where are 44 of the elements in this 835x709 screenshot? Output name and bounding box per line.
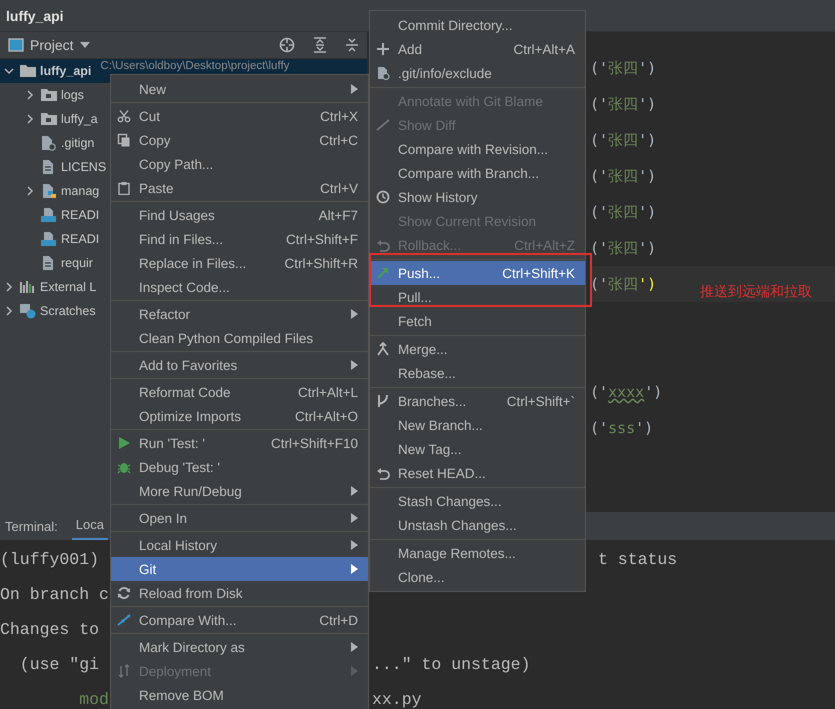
shortcut-text: Ctrl+Shift+R [283,256,358,270]
code-line: ('张四') [590,166,658,187]
shortcut-text: Ctrl+Shift+F10 [270,436,358,450]
terminal-text: (use "gi [18,655,100,674]
window-title: luffy_api [6,8,64,24]
code-line: ('xxxx') [590,382,664,403]
code-line: ('张四') [590,94,658,115]
tree-item-label: Scratches [40,304,96,318]
terminal-text: Changes to [0,620,100,639]
tree-item-label: .gitign [61,136,94,150]
terminal-text: mod [78,690,110,709]
tree-item-label: logs [61,88,84,102]
shortcut-text: Ctrl+Alt+O [294,408,358,424]
code-line: ('张四') [590,130,658,151]
shortcut-text: Ctrl+Alt+A [512,42,575,56]
code-line: ('张四') [590,238,658,259]
code-line: ('sss') [590,418,654,439]
code-line: ('张四') [590,58,658,79]
terminal-text: xx.py [372,690,422,709]
shortcut-text: Ctrl+Shift+F [284,232,358,246]
terminal-text: ..." to unstage) [372,655,530,674]
shortcut-text: Alt+F7 [318,208,358,222]
shortcut-text: Ctrl+V [319,180,358,196]
terminal-text: On branch c [0,585,110,604]
tree-item-label: requir [61,256,93,270]
shortcut-text: Ctrl+X [319,108,358,124]
terminal-title: Terminal: [5,518,58,534]
terminal-text: t status [598,550,678,569]
shortcut-text: Ctrl+Alt+L [296,384,358,400]
tree-item-label: READI [61,232,100,246]
shortcut-text: Ctrl+Shift+K [501,266,575,280]
shortcut-text: Ctrl+C [318,132,358,148]
annotation-text: 推送到远端和拉取 [700,283,812,301]
path-text: C:\Users\oldboy\Desktop\project\luffy [100,60,290,72]
tree-item-label: luffy_api [40,64,92,78]
tree-item-label: luffy_a [61,112,98,126]
tree-item-label: manag [61,184,100,198]
shortcut-text: Ctrl+Shift+` [506,394,575,408]
code-line: ('张四') [590,202,658,223]
terminal-text: (luffy001) [0,550,100,569]
tree-item-label: External L [40,280,96,294]
tree-item-label: LICENS [61,160,106,174]
shortcut-text: Ctrl+D [318,612,358,628]
tree-item-label: READI [61,208,100,222]
